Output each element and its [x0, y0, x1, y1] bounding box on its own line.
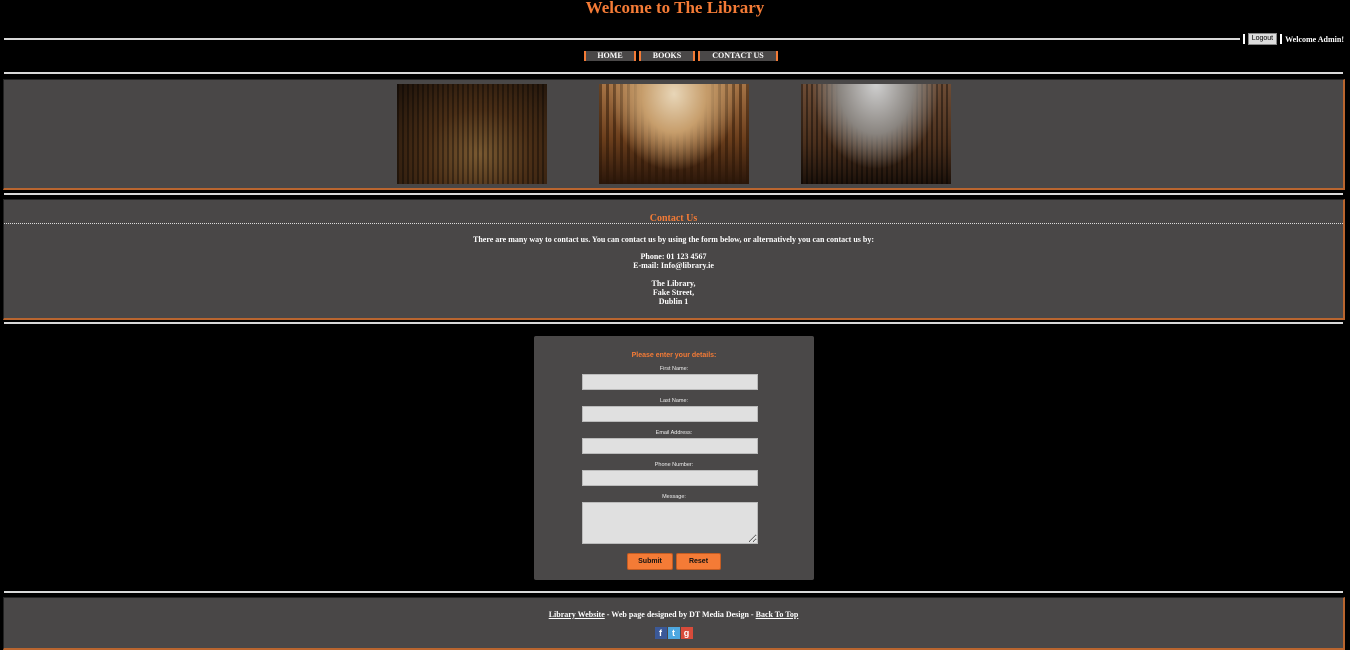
library-interior-photo: [397, 84, 547, 184]
email-label: Email Address:: [655, 430, 693, 436]
phone-field[interactable]: [582, 470, 758, 486]
contact-form: Please enter your details: First Name: L…: [534, 336, 814, 580]
contact-info-panel: Contact Us There are many way to contact…: [3, 199, 1345, 320]
designed-by-text: - Web page designed by DT Media Design -: [604, 610, 756, 619]
message-field[interactable]: [582, 502, 758, 544]
contact-divider: [4, 322, 1343, 324]
address-line: The Library,: [651, 279, 696, 288]
nav-home[interactable]: HOME: [584, 51, 636, 61]
header-divider: [4, 38, 1240, 40]
nav-contact-us[interactable]: CONTACT US: [698, 51, 778, 61]
phone-label: Phone Number:: [654, 462, 694, 468]
logout-button[interactable]: Logout: [1247, 33, 1278, 45]
contact-intro: There are many way to contact us. You ca…: [472, 235, 875, 244]
first-name-field[interactable]: [582, 374, 758, 390]
google-plus-icon[interactable]: g: [680, 627, 693, 639]
reset-button[interactable]: Reset: [676, 553, 721, 570]
nav-divider: [4, 72, 1343, 74]
form-title: Please enter your details:: [631, 352, 717, 359]
footer: Library Website - Web page designed by D…: [3, 597, 1345, 650]
library-website-link[interactable]: Library Website: [549, 610, 605, 619]
facebook-icon[interactable]: f: [654, 627, 667, 639]
message-label: Message:: [662, 494, 686, 500]
address-line: Fake Street,: [652, 288, 695, 297]
page-title: Welcome to The Library: [585, 0, 765, 17]
footer-divider: [4, 591, 1343, 593]
social-links: f t g: [654, 627, 693, 639]
contact-phone: Phone: 01 123 4567: [640, 252, 707, 261]
address-line: Dublin 1: [658, 297, 689, 306]
welcome-text: Welcome Admin!: [1285, 34, 1344, 44]
baroque-library-hall-photo: [599, 84, 749, 184]
nav-books[interactable]: BOOKS: [639, 51, 695, 61]
email-field[interactable]: [582, 438, 758, 454]
circular-library-photo: [801, 84, 951, 184]
first-name-label: First Name:: [659, 366, 689, 372]
last-name-label: Last Name:: [659, 398, 689, 404]
user-bar: Logout Welcome Admin!: [1242, 33, 1344, 45]
photo-gallery: [3, 79, 1345, 190]
main-nav: HOME BOOKS CONTACT US: [584, 51, 781, 61]
twitter-icon[interactable]: t: [667, 627, 680, 639]
back-to-top-link[interactable]: Back To Top: [756, 610, 799, 619]
dotted-divider: [4, 223, 1343, 224]
footer-text: Library Website - Web page designed by D…: [4, 610, 1343, 619]
last-name-field[interactable]: [582, 406, 758, 422]
gallery-divider: [4, 193, 1343, 195]
contact-email: E-mail: Info@library.ie: [633, 261, 714, 270]
submit-button[interactable]: Submit: [627, 553, 673, 570]
